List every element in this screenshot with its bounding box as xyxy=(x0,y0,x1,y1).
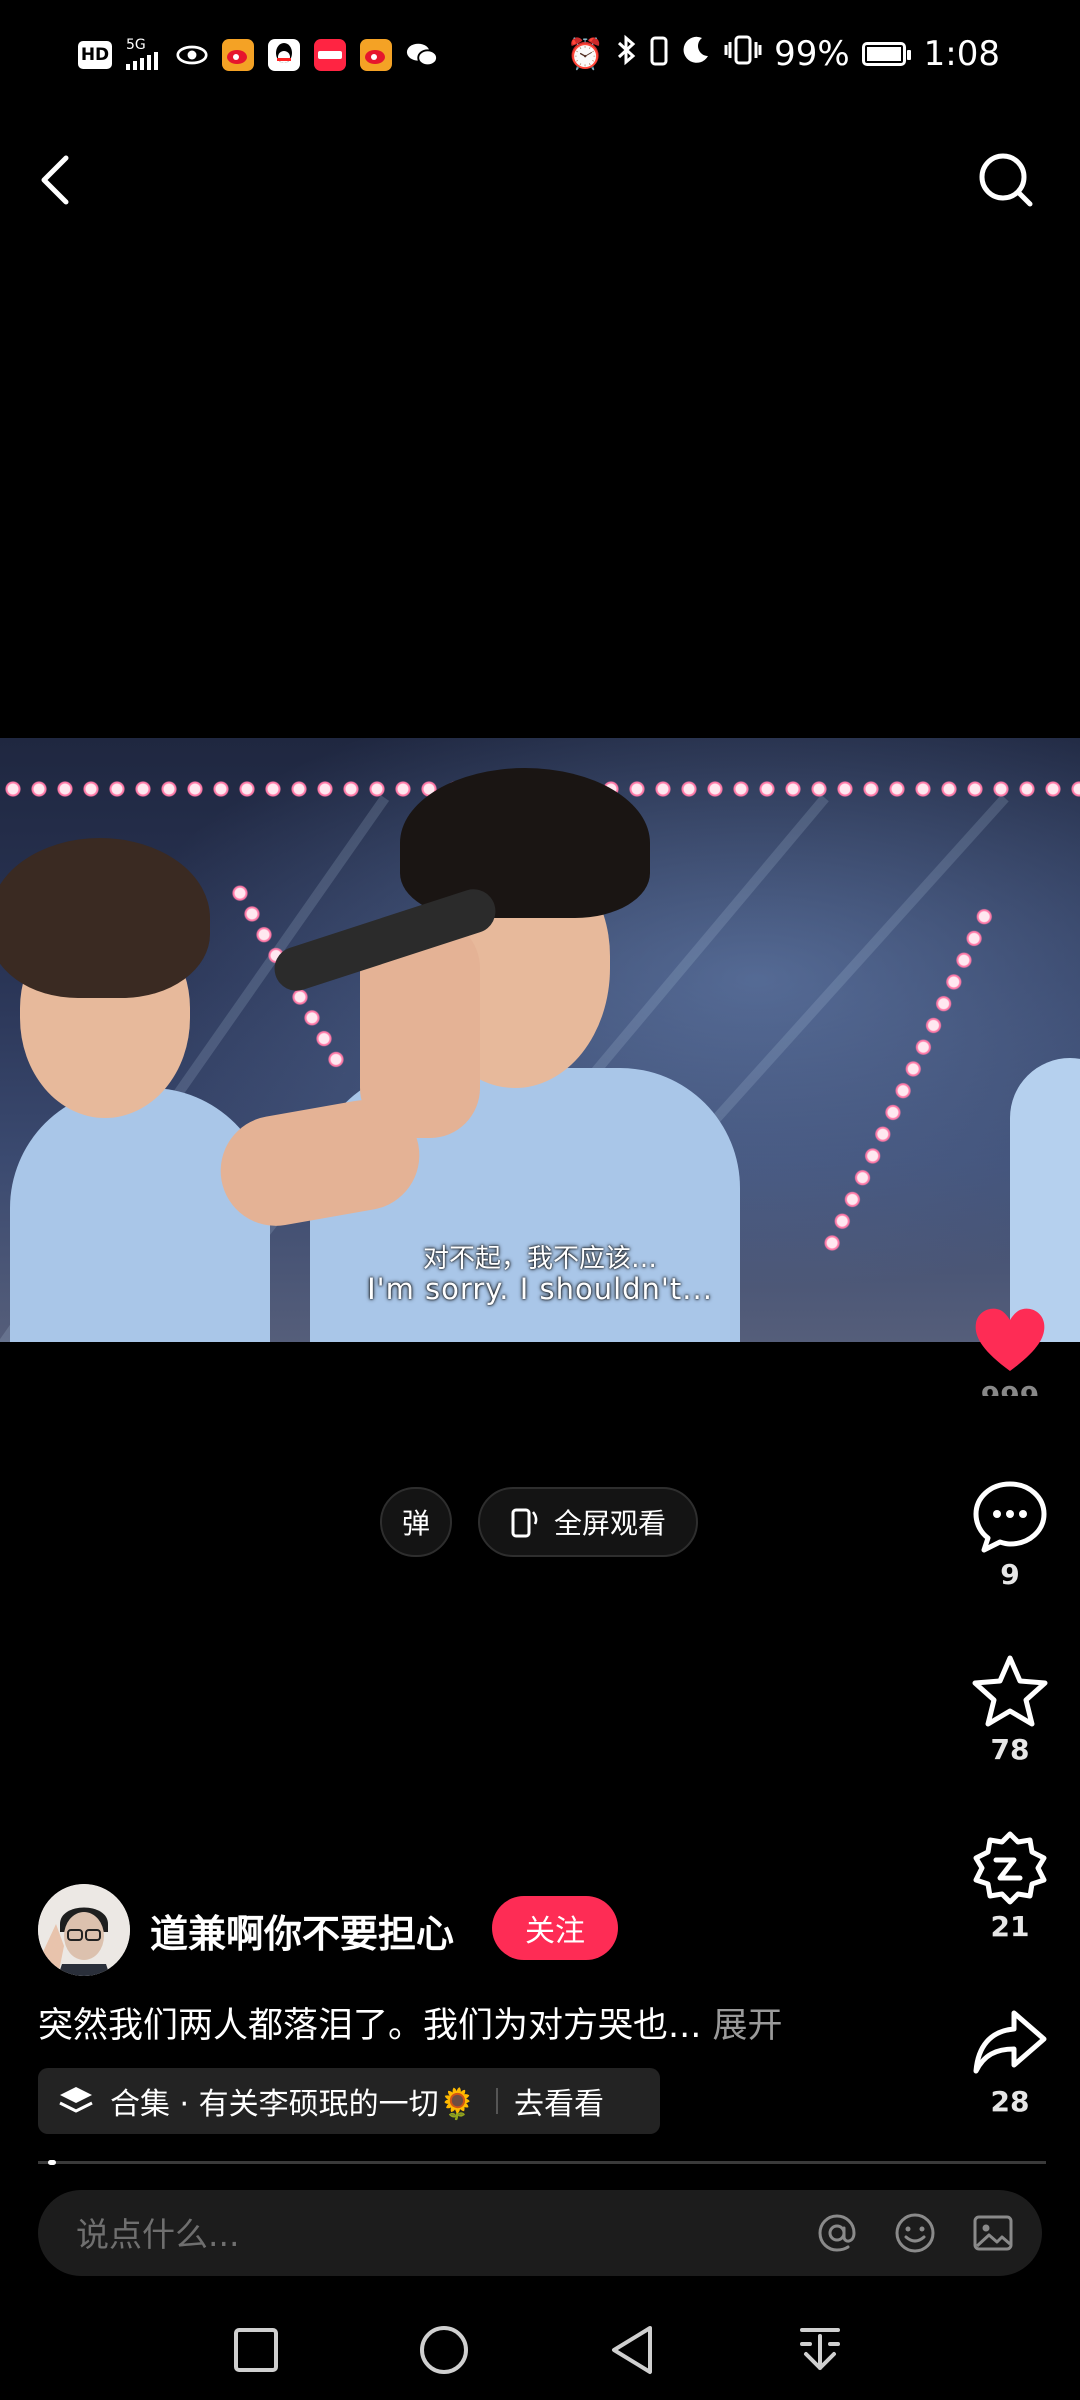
author-name[interactable]: 道兼啊你不要担心 xyxy=(150,1903,454,1958)
collection-divider xyxy=(495,2088,498,2114)
battery-percent: 99% xyxy=(774,34,850,74)
notification-shade-button[interactable] xyxy=(780,2310,860,2390)
clock: 1:08 xyxy=(923,34,1000,74)
square-icon xyxy=(234,2328,278,2372)
collection-chip[interactable]: 合集 · 有关李硕珉的一切🌻 去看看 xyxy=(38,2068,660,2134)
5g-signal-icon: 5G xyxy=(126,38,162,73)
like-button[interactable]: 999 xyxy=(965,1300,1055,1396)
video-player[interactable]: 对不起，我不应该… I'm sorry. I shouldn't... xyxy=(0,738,1080,1342)
repost-badge-icon xyxy=(965,1828,1055,1908)
recents-button[interactable] xyxy=(216,2310,296,2390)
network-label: 5G xyxy=(126,36,146,53)
favorite-count: 78 xyxy=(990,1733,1030,1766)
circle-icon xyxy=(420,2326,468,2374)
qq-icon xyxy=(268,39,300,71)
comment-bubble-icon xyxy=(965,1476,1055,1556)
wechat-icon xyxy=(406,39,438,71)
home-button[interactable] xyxy=(404,2310,484,2390)
battery-saver-icon xyxy=(650,34,668,75)
layers-icon xyxy=(59,2087,93,2113)
star-icon xyxy=(965,1651,1055,1731)
comment-count: 9 xyxy=(1000,1558,1020,1591)
share-arrow-icon xyxy=(965,2003,1055,2083)
repost-button[interactable]: 21 xyxy=(965,1828,1055,1943)
comment-button[interactable]: 9 xyxy=(965,1476,1055,1591)
battery-fill xyxy=(866,47,901,61)
hd-icon: HD xyxy=(78,41,112,69)
moon-icon xyxy=(680,34,712,75)
follow-button[interactable]: 关注 xyxy=(492,1896,618,1960)
system-back-button[interactable] xyxy=(592,2310,672,2390)
heart-icon xyxy=(965,1300,1055,1380)
subtitle-english: I'm sorry. I shouldn't... xyxy=(367,1272,713,1306)
vibrate-icon xyxy=(724,34,762,75)
image-icon[interactable] xyxy=(968,2208,1018,2258)
mention-icon[interactable] xyxy=(812,2208,862,2258)
fullscreen-button[interactable]: 全屏观看 xyxy=(478,1487,698,1557)
repost-count: 21 xyxy=(990,1910,1030,1943)
fullscreen-label: 全屏观看 xyxy=(553,1507,666,1540)
emoji-icon[interactable] xyxy=(890,2208,940,2258)
video-progress-thumb[interactable] xyxy=(48,2160,56,2165)
battery-icon xyxy=(861,42,911,66)
bluetooth-icon xyxy=(616,34,638,75)
collection-label: 合集 · 有关李硕珉的一切🌻 xyxy=(110,2087,476,2122)
triangle-back-icon xyxy=(612,2326,652,2374)
avatar-image xyxy=(38,1884,130,1976)
status-right-icons: ⏰ 99% 1:08 xyxy=(567,26,1000,82)
search-icon xyxy=(979,153,1033,207)
share-count: 28 xyxy=(990,2085,1030,2118)
subtitle-chinese: 对不起，我不应该… xyxy=(422,1244,657,1274)
app-icon xyxy=(314,39,346,71)
search-button[interactable] xyxy=(970,140,1040,220)
comment-bar xyxy=(38,2190,1042,2278)
author-avatar[interactable] xyxy=(38,1884,130,1976)
chevron-left-icon xyxy=(41,155,69,205)
pull-down-icon xyxy=(800,2328,840,2370)
video-progress-track[interactable] xyxy=(38,2161,1046,2164)
danmu-toggle-button[interactable]: 弹 xyxy=(380,1487,452,1557)
status-left-icons: HD 5G xyxy=(78,30,438,80)
comment-input[interactable] xyxy=(74,2190,678,2278)
like-count: 999 xyxy=(965,1382,1055,1396)
weibo-icon xyxy=(360,39,392,71)
share-button[interactable]: 28 xyxy=(965,2003,1055,2118)
eye-icon xyxy=(176,39,208,71)
stage-lights xyxy=(820,901,998,1255)
back-button[interactable] xyxy=(30,140,90,220)
weibo-icon xyxy=(222,39,254,71)
status-bar: HD 5G ⏰ 99% 1:08 xyxy=(0,0,1080,110)
alarm-icon: ⏰ xyxy=(566,36,605,72)
caption-text: 突然我们两人都落泪了。我们为对方哭也... xyxy=(38,2006,702,2046)
collection-action[interactable]: 去看看 xyxy=(514,2079,604,2123)
expand-link[interactable]: 展开 xyxy=(701,2006,783,2046)
rotate-phone-icon xyxy=(511,1508,538,1538)
favorite-button[interactable]: 78 xyxy=(965,1651,1055,1766)
video-caption[interactable]: 突然我们两人都落泪了。我们为对方哭也... 展开 xyxy=(38,1997,783,2048)
